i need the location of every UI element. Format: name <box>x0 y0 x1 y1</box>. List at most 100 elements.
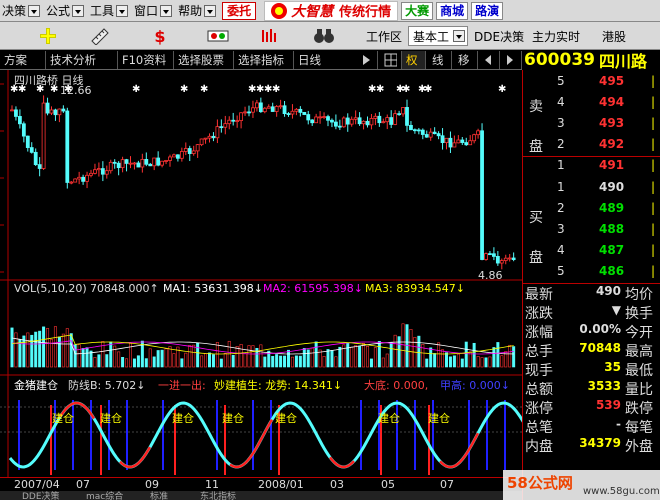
sync-icon[interactable] <box>206 25 230 47</box>
candle <box>235 120 240 122</box>
volume-marker: | <box>651 116 656 130</box>
tab-scheme[interactable]: 方案 <box>0 51 46 69</box>
volume-marker: | <box>651 243 656 257</box>
candle <box>377 115 382 124</box>
signal-marker: ✱ <box>200 84 208 95</box>
mall-button[interactable]: 商城 <box>436 1 469 20</box>
tab-line[interactable]: 线 <box>428 51 452 69</box>
add-icon[interactable] <box>36 25 60 47</box>
ask-row[interactable]: 1 491 | <box>523 158 660 175</box>
ma1-label: MA1: 53631.398↓ <box>163 282 263 295</box>
volume-marker: | <box>651 74 656 88</box>
menu-decision[interactable]: 决策 <box>0 0 44 22</box>
stat-label: 总额 <box>525 382 553 398</box>
candle <box>81 176 85 182</box>
candle <box>432 131 437 135</box>
contest-button[interactable]: 大赛 <box>401 1 434 20</box>
bid-row[interactable]: 1 490 | <box>523 180 660 197</box>
candle <box>112 161 117 164</box>
ask-price: 495 <box>599 74 625 88</box>
tab-select-stock[interactable]: 选择股票 <box>174 51 234 69</box>
bid-row[interactable]: 5 486 | <box>523 264 660 281</box>
bars-icon[interactable] <box>258 25 282 47</box>
bottom-tab-standard[interactable]: 标准 <box>150 489 168 500</box>
candle <box>251 107 255 113</box>
candle <box>412 129 417 132</box>
volume-bar <box>204 353 208 368</box>
ask-row[interactable]: 3 493 | <box>523 116 660 133</box>
volume-bar <box>172 353 176 368</box>
dollar-icon[interactable]: $ <box>148 25 172 47</box>
chevron-down-icon <box>204 4 217 17</box>
candle <box>144 159 149 165</box>
volume-bar <box>42 326 46 368</box>
candle <box>128 162 133 165</box>
bottom-tab-northeast[interactable]: 东北指标 <box>200 489 236 500</box>
arrow-right-icon[interactable] <box>500 51 522 69</box>
stat-label: 涨跌 <box>525 306 553 322</box>
play-icon[interactable] <box>358 51 378 69</box>
menu-window[interactable]: 窗口 <box>132 0 176 22</box>
ask-row[interactable]: 5 495 | <box>523 74 660 91</box>
entrust-button[interactable]: 委托 <box>222 1 257 20</box>
jiancang-label: 建仓 <box>222 411 244 425</box>
volume-bar <box>184 352 188 368</box>
candle <box>436 133 441 137</box>
indicator-dadi: 大底: 0.000, <box>364 379 429 392</box>
candle <box>254 102 259 109</box>
candle <box>195 144 200 152</box>
candle <box>45 102 50 114</box>
volume-bar <box>444 352 448 368</box>
stat-row: 总手 70848 最高 <box>523 341 660 360</box>
binoculars-icon[interactable] <box>312 25 336 47</box>
candle <box>507 257 512 260</box>
candle <box>116 162 121 169</box>
bid-row[interactable]: 2 489 | <box>523 201 660 218</box>
menu-help[interactable]: 帮助 <box>176 0 220 22</box>
tab-move[interactable]: 移 <box>454 51 478 69</box>
candle <box>491 253 496 257</box>
signal-marker: ✱ <box>180 84 188 95</box>
tab-rights[interactable]: 权 <box>402 51 426 69</box>
tab-technical[interactable]: 技术分析 <box>46 51 118 69</box>
ask-row[interactable]: 2 492 | <box>523 137 660 154</box>
candle <box>424 134 429 138</box>
basic-select[interactable]: 基本工 <box>408 26 468 46</box>
candle <box>89 172 93 176</box>
kline-chart[interactable]: ✱ ✱ ✱ ✱ ✱ ✱ ✱ ✱ ✱ ✱ ✱ ✱ ✱ ✱ ✱ ✱ ✱ ✱ ✱ 建仓 建仓 建仓 建仓 建仓 建仓 建仓 四川路桥 日… <box>0 70 522 500</box>
volume-bar <box>219 358 223 368</box>
candle <box>164 160 168 162</box>
tab-select-indicator[interactable]: 选择指标 <box>234 51 294 69</box>
candle <box>223 123 228 128</box>
roadshow-button[interactable]: 路演 <box>471 1 504 20</box>
candle <box>385 117 390 123</box>
volume-bar <box>30 334 34 368</box>
candle <box>393 113 398 125</box>
menu-tools[interactable]: 工具 <box>88 0 132 22</box>
ruler-icon[interactable] <box>88 25 112 47</box>
jiancang-label: 建仓 <box>275 411 297 425</box>
indicator-miaojian: 妙建植生: 龙势: 14.341↓ <box>214 379 343 392</box>
candle <box>156 157 161 166</box>
ma2-label: MA2: 61595.398↓ <box>263 282 363 295</box>
volume-bar <box>358 345 362 368</box>
tab-f10[interactable]: F10资料 <box>118 51 174 69</box>
stat-row: 总额 3533 量比 <box>523 379 660 398</box>
tab-daily[interactable]: 日线 <box>294 51 356 69</box>
menu-formula[interactable]: 公式 <box>44 0 88 22</box>
bid-row[interactable]: 4 487 | <box>523 243 660 260</box>
indicator-bar <box>126 400 128 470</box>
candle <box>270 106 275 112</box>
volume-bar <box>472 342 476 368</box>
hk-stock-button[interactable]: 港股 <box>598 26 660 46</box>
grid-icon[interactable] <box>380 51 402 69</box>
brand-banner[interactable]: 大智慧 传统行情 <box>264 0 399 21</box>
bid-price: 488 <box>599 222 625 236</box>
main-realtime-button[interactable]: 主力实时 <box>528 26 590 46</box>
bottom-tab-dde[interactable]: DDE决策 <box>22 489 60 500</box>
bottom-tab-mac[interactable]: mac综合 <box>86 489 123 500</box>
ask-row[interactable]: 4 494 | <box>523 95 660 112</box>
arrow-left-icon[interactable] <box>478 51 500 69</box>
bid-row[interactable]: 3 488 | <box>523 222 660 239</box>
dde-decision-button[interactable]: DDE决策 <box>470 26 526 46</box>
